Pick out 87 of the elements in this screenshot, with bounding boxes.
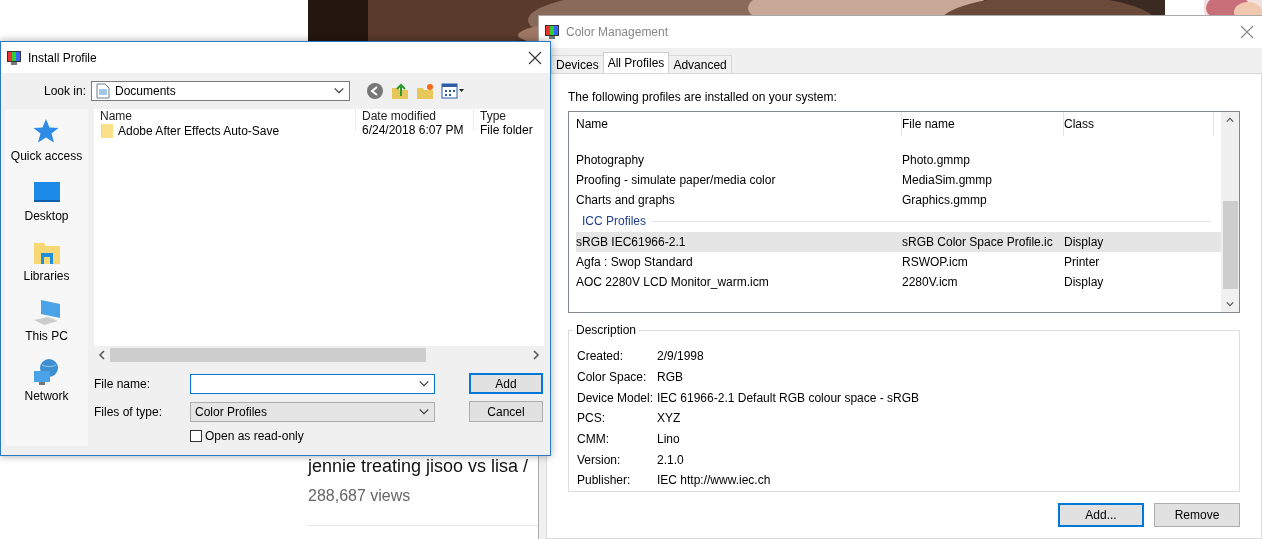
table-cell-text: Graphics.gmmp — [902, 193, 988, 207]
field-label: Version: — [577, 452, 622, 467]
table-cell-text: RSWOP.icm — [902, 255, 969, 269]
view-count: 288,687 views — [308, 487, 411, 505]
field-label: CMM: — [577, 432, 610, 447]
field-label: Look in: — [42, 84, 87, 98]
tab[interactable]: Devices — [551, 55, 604, 73]
table-cell-text: Photography — [576, 153, 646, 167]
field-value: RGB — [657, 370, 684, 385]
look-in-dropdown[interactable]: Documents — [91, 81, 350, 101]
window-title: Color Management — [566, 25, 670, 39]
list-row[interactable]: AOC 2280V LCD Monitor_warm.icm 2280V.icm Display — [576, 272, 1221, 292]
tab[interactable]: Advanced — [668, 55, 732, 73]
scroll-right-icon — [532, 349, 540, 360]
table-cell-text: sRGB Color Space Profile.ic — [902, 235, 1054, 249]
view-menu-icon — [441, 82, 465, 100]
list-row[interactable]: Agfa : Swop Standard RSWOP.icm Printer — [576, 252, 1221, 272]
monitor-icon — [6, 49, 22, 66]
table-cell-text: Display — [1064, 275, 1105, 289]
document-icon — [96, 83, 110, 99]
table-cell-text: Printer — [1064, 255, 1101, 269]
field-label: Created: — [577, 349, 625, 364]
table-cell-text: Photo.gmmp — [902, 153, 972, 167]
scrollbar-thumb[interactable] — [1222, 201, 1238, 289]
window-title: Install Profile — [28, 50, 98, 65]
close-icon — [528, 50, 542, 65]
add-button[interactable]: Add... — [1058, 503, 1144, 527]
field-value: 2/9/1998 — [657, 349, 705, 364]
list-row[interactable]: sRGB IEC61966-2.1 sRGB Color Space Profile.ic Display — [576, 232, 1221, 252]
field-value: 2.1.0 — [657, 452, 685, 467]
field-label: Device Model: — [577, 390, 655, 405]
tab[interactable]: All Profiles — [602, 52, 670, 73]
places-item[interactable]: This PC — [25, 297, 68, 357]
column-header[interactable]: File name — [902, 112, 1064, 136]
scrollbar-thumb[interactable] — [110, 347, 426, 362]
list-row[interactable]: Proofing - simulate paper/media color MediaSim.gmmp — [576, 170, 1221, 190]
field-label: File name: — [94, 376, 152, 391]
column-header[interactable]: Name — [576, 112, 902, 136]
video-title[interactable]: jennie treating jisoo vs lisa / — [308, 456, 529, 477]
column-header[interactable]: Type — [480, 109, 538, 123]
table-cell-text: Proofing - simulate paper/media color — [576, 173, 777, 187]
new-folder-icon — [416, 82, 434, 100]
add-button[interactable]: Add — [469, 373, 543, 394]
scroll-down-icon — [1226, 299, 1234, 309]
field-value: IEC http://www.iec.ch — [657, 473, 772, 488]
checkbox-label[interactable]: Open as read-only — [205, 429, 304, 443]
field-value: IEC 61966-2.1 Default RGB colour space - sRGB — [657, 390, 921, 405]
remove-button[interactable]: Remove — [1154, 503, 1240, 527]
list-row[interactable]: Photography Photo.gmmp — [576, 150, 1221, 170]
file-item[interactable]: Adobe After Effects Auto-Save — [118, 124, 280, 138]
scroll-left-icon — [98, 349, 106, 360]
table-cell-text: Display — [1064, 235, 1105, 249]
places-item[interactable]: Network — [24, 357, 69, 417]
places-item[interactable]: Quick access — [10, 117, 83, 177]
checkbox[interactable] — [190, 430, 202, 442]
column-header[interactable]: Date modified — [362, 109, 467, 123]
table-cell-text: Agfa : Swop Standard — [576, 255, 694, 269]
instruction-text: The following profiles are installed on your system: — [568, 90, 838, 104]
back-icon — [366, 82, 384, 100]
table-cell-text: 2280V.icm — [902, 275, 959, 289]
field-label: Color Space: — [577, 370, 648, 385]
field-value: XYZ — [657, 411, 682, 426]
folder-up-icon — [391, 82, 409, 100]
places-item[interactable]: Libraries — [23, 237, 70, 297]
file-name-field[interactable] — [190, 373, 435, 394]
field-label: PCS: — [577, 411, 606, 426]
field-value: Lino — [657, 432, 681, 447]
close-icon — [1240, 25, 1254, 39]
column-header[interactable]: Name — [100, 109, 349, 123]
cancel-button[interactable]: Cancel — [469, 401, 543, 422]
column-header[interactable]: Class — [1064, 112, 1214, 136]
table-cell-text: Charts and graphs — [576, 193, 676, 207]
table-cell-text: AOC 2280V LCD Monitor_warm.icm — [576, 275, 770, 289]
table-cell-text: sRGB IEC61966-2.1 — [576, 235, 687, 249]
field-label: Publisher: — [577, 473, 632, 488]
group-header: ICC Profiles — [582, 214, 646, 228]
monitor-icon — [544, 24, 560, 40]
table-cell-text: File folder — [480, 123, 534, 137]
table-cell-text: MediaSim.gmmp — [902, 173, 994, 187]
scroll-up-icon — [1226, 115, 1234, 125]
group-label: Description — [573, 323, 640, 337]
field-label: Files of type: — [94, 404, 164, 419]
table-cell-text: 6/24/2018 6:07 PM — [362, 123, 465, 137]
file-type-dropdown[interactable]: Color Profiles — [190, 401, 435, 422]
list-row[interactable]: Charts and graphs Graphics.gmmp — [576, 190, 1221, 210]
folder-icon — [100, 123, 114, 139]
places-item[interactable]: Desktop — [24, 177, 69, 237]
